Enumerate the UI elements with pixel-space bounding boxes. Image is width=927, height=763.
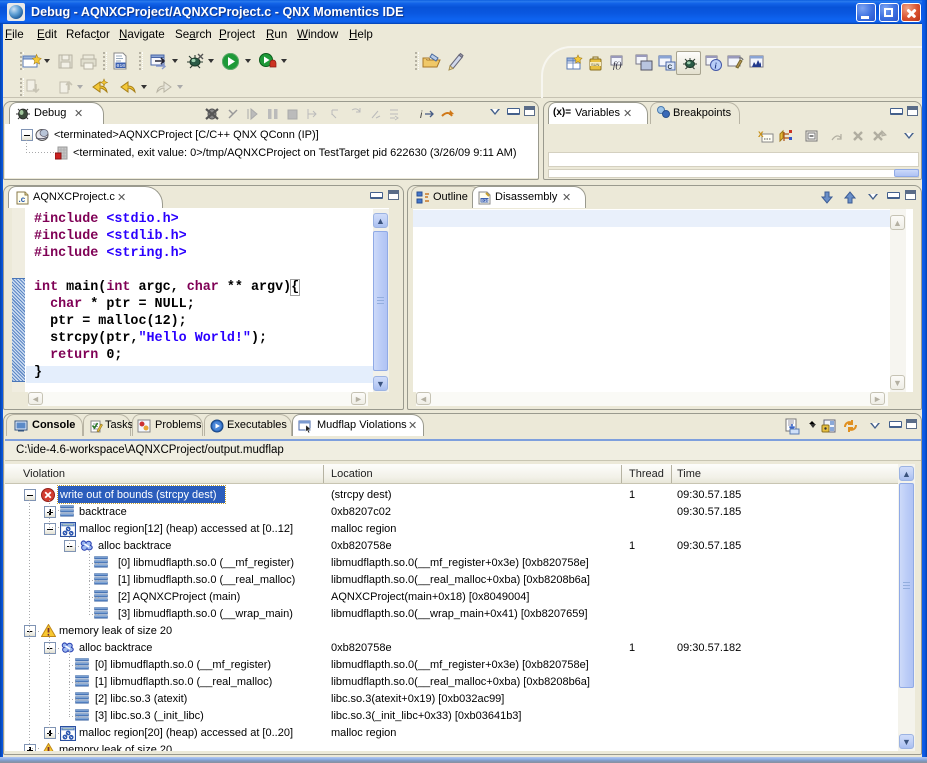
svg-text:f(): f() xyxy=(613,60,622,70)
svg-text:010: 010 xyxy=(117,63,126,69)
svg-text:010: 010 xyxy=(481,198,489,204)
svg-text:C: C xyxy=(668,64,673,71)
svg-text:x: x xyxy=(758,129,764,140)
svg-text:SUN: SUN xyxy=(591,62,600,67)
svg-text:i: i xyxy=(420,110,423,121)
svg-text:.c: .c xyxy=(19,195,26,204)
